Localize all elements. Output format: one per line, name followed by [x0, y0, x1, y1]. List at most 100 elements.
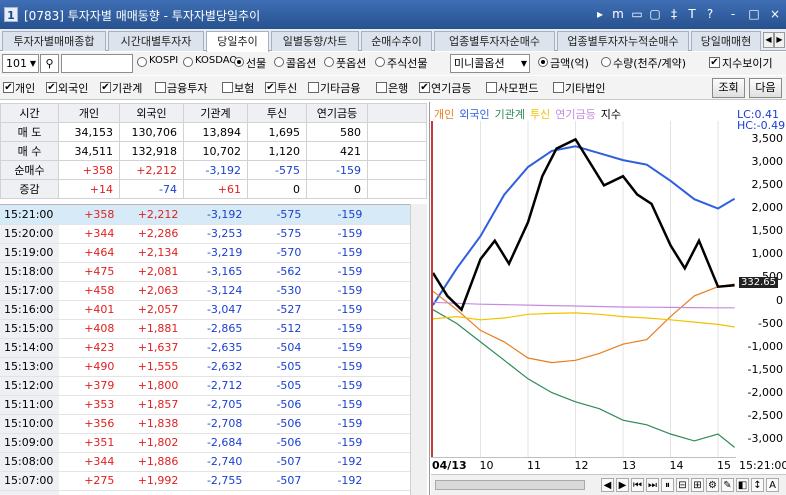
- table-row[interactable]: 15:21:00 +358 +2,212 -3,192 -575 -159: [0, 205, 410, 225]
- tab-scroll-left-icon[interactable]: ◀: [763, 32, 774, 48]
- y-tick-label: -500: [758, 316, 783, 330]
- radio-quantity[interactable]: [601, 57, 611, 67]
- chart-control-icon[interactable]: ⏮: [631, 478, 644, 492]
- radio-put-option[interactable]: [324, 57, 334, 67]
- radio-stock-futures[interactable]: [375, 57, 385, 67]
- close-button[interactable]: ×: [768, 6, 782, 22]
- chart-control-icon[interactable]: ⊟: [676, 478, 689, 492]
- investor-checkbox-trust[interactable]: ✔: [265, 82, 276, 93]
- chart-control-icon[interactable]: ⚙: [706, 478, 719, 492]
- tab-sector-cumulative[interactable]: 업종별투자자누적순매수: [557, 31, 689, 51]
- memo-icon[interactable]: m: [611, 6, 625, 22]
- chart-control-icon[interactable]: ↕: [751, 478, 764, 492]
- play-icon[interactable]: ▸: [593, 6, 607, 22]
- value-cell: -2,635: [184, 338, 249, 358]
- table-scrollbar[interactable]: [410, 204, 427, 495]
- table-row[interactable]: 15:19:00 +464 +2,134 -3,219 -570 -159: [0, 243, 410, 263]
- chart-control-icon[interactable]: ⏸: [661, 478, 674, 492]
- table-row[interactable]: 15:14:00 +423 +1,637 -2,635 -504 -159: [0, 338, 410, 358]
- radio-kospi[interactable]: [137, 57, 147, 67]
- copy-window-icon[interactable]: ▭: [630, 6, 644, 22]
- value-cell: -159: [307, 433, 369, 453]
- tab-sector-net-buy[interactable]: 업종별투자자순매수: [434, 31, 555, 51]
- table-row[interactable]: 15:11:00 +353 +1,857 -2,705 -506 -159: [0, 395, 410, 415]
- value-cell: -506: [248, 414, 308, 434]
- x-tick-label: 15: [717, 459, 731, 472]
- lookup-button[interactable]: 조회: [712, 78, 745, 98]
- tab-investor-summary[interactable]: 투자자별매매종합: [2, 31, 106, 51]
- table-row[interactable]: 15:08:00 +344 +1,886 -2,740 -507 -192: [0, 452, 410, 472]
- time-cell: 15:12:00: [0, 376, 60, 396]
- summary-cell: +2,212: [119, 160, 184, 180]
- chart-horizontal-scrollbar[interactable]: [435, 480, 585, 490]
- tab-daily-chart[interactable]: 일별동향/차트: [271, 31, 359, 51]
- value-cell: -192: [307, 452, 369, 472]
- table-row[interactable]: 15:15:00 +408 +1,881 -2,865 -512 -159: [0, 319, 410, 339]
- minimize-button[interactable]: -: [726, 6, 740, 22]
- next-button[interactable]: 다음: [749, 78, 782, 98]
- chart-plot-area[interactable]: [431, 121, 735, 457]
- table-row[interactable]: 15:09:00 +351 +1,802 -2,684 -506 -159: [0, 433, 410, 453]
- table-row[interactable]: 15:16:00 +401 +2,057 -3,047 -527 -159: [0, 300, 410, 320]
- time-table[interactable]: 15:21:00 +358 +2,212 -3,192 -575 -159 15:20:00…: [0, 204, 427, 495]
- y-tick-label: 2,000: [751, 201, 784, 215]
- link-window-icon[interactable]: ▢: [648, 6, 662, 22]
- table-row[interactable]: 15:07:00 +275 +1,992 -2,755 -507 -192: [0, 471, 410, 491]
- summary-cell: -575: [247, 160, 307, 180]
- summary-cell: 0: [306, 179, 368, 199]
- radio-kosdaq[interactable]: [183, 57, 193, 67]
- show-index-checkbox[interactable]: ✔: [709, 57, 720, 68]
- value-cell: +344: [59, 452, 121, 472]
- code-select[interactable]: 101 ▼: [2, 54, 39, 73]
- value-cell: -3,219: [184, 243, 249, 263]
- value-cell: +1,857: [120, 395, 185, 415]
- investor-checkbox-other-corp[interactable]: [553, 82, 564, 93]
- investor-checkbox-individual[interactable]: ✔: [3, 82, 14, 93]
- investor-checkbox-insurance[interactable]: [222, 82, 233, 93]
- investor-checkbox-other-finance[interactable]: [308, 82, 319, 93]
- pin-icon[interactable]: ‡: [667, 6, 681, 22]
- value-cell: +353: [59, 395, 121, 415]
- chart-control-icon[interactable]: ▶: [616, 478, 629, 492]
- table-row[interactable]: 15:12:00 +379 +1,800 -2,712 -505 -159: [0, 376, 410, 396]
- radio-amount[interactable]: [538, 57, 548, 67]
- value-cell: -3,192: [184, 205, 249, 225]
- value-cell: -159: [307, 262, 369, 282]
- chart-control-icon[interactable]: A: [766, 478, 779, 492]
- value-cell: +1,802: [120, 433, 185, 453]
- search-icon[interactable]: ⚲: [40, 54, 59, 73]
- chart-control-icon[interactable]: ◧: [736, 478, 749, 492]
- table-row[interactable]: 15:06:00+281+2,010-2,778-504-192: [0, 490, 410, 495]
- radio-call-option[interactable]: [274, 57, 284, 67]
- table-row[interactable]: 15:18:00 +475 +2,081 -3,165 -562 -159: [0, 262, 410, 282]
- table-row[interactable]: 15:10:00 +356 +1,838 -2,708 -506 -159: [0, 414, 410, 434]
- help-icon[interactable]: ?: [703, 6, 717, 22]
- chart-control-icon[interactable]: ◀: [601, 478, 614, 492]
- tab-time-investor[interactable]: 시간대별투자자: [108, 31, 204, 51]
- chart-control-icon[interactable]: ⊞: [691, 478, 704, 492]
- mini-option-value: 미니콜옵션: [454, 57, 505, 70]
- mini-option-select[interactable]: 미니콜옵션 ▼: [450, 54, 530, 73]
- chart-control-icon[interactable]: ✎: [721, 478, 734, 492]
- value-cell: +344: [59, 224, 121, 244]
- radio-futures[interactable]: [234, 57, 244, 67]
- font-size-icon[interactable]: T: [685, 6, 699, 22]
- tab-intraday-trend[interactable]: 당일추이: [206, 31, 269, 52]
- tab-scroll-right-icon[interactable]: ▶: [774, 32, 785, 48]
- tab-daily-trade-status[interactable]: 당일매매현: [691, 31, 761, 51]
- chart-control-icon[interactable]: ⏭: [646, 478, 659, 492]
- investor-checkbox-pension[interactable]: ✔: [419, 82, 430, 93]
- tab-net-buy-trend[interactable]: 순매수추이: [361, 31, 432, 51]
- maximize-button[interactable]: □: [747, 6, 761, 22]
- investor-checkbox-institution[interactable]: ✔: [100, 82, 111, 93]
- table-row[interactable]: 15:13:00 +490 +1,555 -2,632 -505 -159: [0, 357, 410, 377]
- investor-checkbox-bank[interactable]: [376, 82, 387, 93]
- table-row[interactable]: 15:17:00 +458 +2,063 -3,124 -530 -159: [0, 281, 410, 301]
- investor-checkbox-private-fund[interactable]: [486, 82, 497, 93]
- table-row[interactable]: 15:20:00 +344 +2,286 -3,253 -575 -159: [0, 224, 410, 244]
- investor-label-foreign: 외국인: [58, 82, 89, 95]
- investor-checkbox-financial-invest[interactable]: [155, 82, 166, 93]
- code-name-field[interactable]: [61, 54, 133, 73]
- investor-checkbox-foreign[interactable]: ✔: [46, 82, 57, 93]
- title-bar: 1 [0783] 투자자별 매매동향 - 투자자별당일추이 ▸ m ▭ ▢ ‡ …: [0, 0, 786, 29]
